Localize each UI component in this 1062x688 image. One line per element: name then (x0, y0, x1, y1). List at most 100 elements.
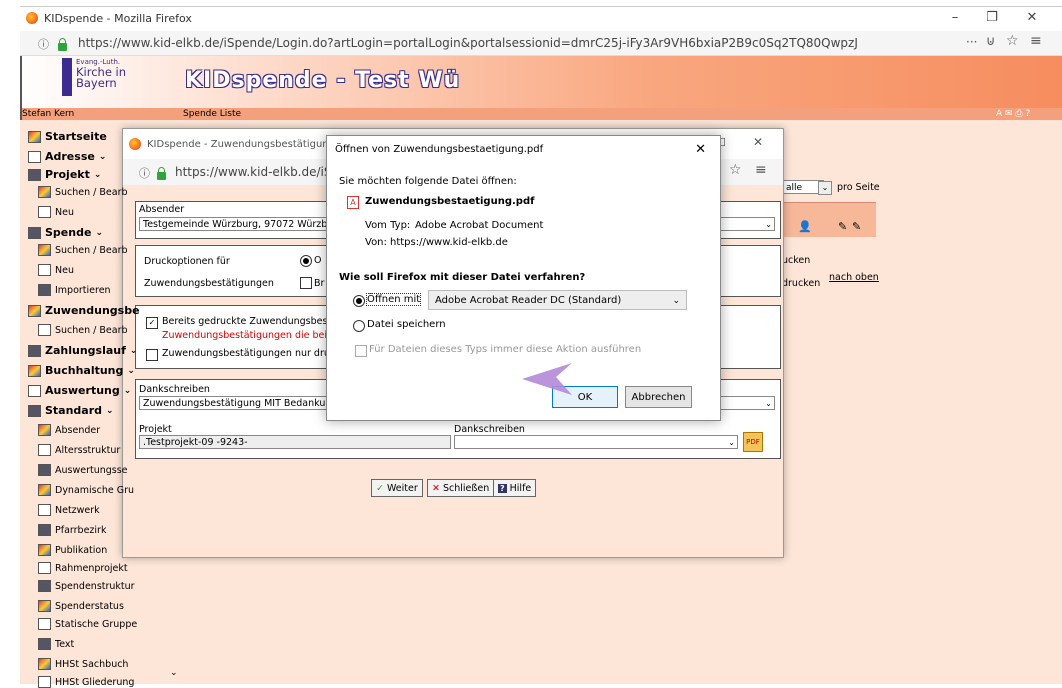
proj-icon (28, 168, 41, 181)
sidebar-item[interactable]: Rahmenprojekt (38, 562, 128, 574)
chevron-down-icon[interactable]: ⌄ (94, 170, 102, 180)
chevron-down-icon[interactable]: ⌄ (127, 366, 135, 376)
page-label: Spende Liste (183, 109, 242, 119)
sidebar-item-label: Pfarrbezirk (55, 524, 107, 536)
address-bar[interactable]: ⓘ https://www.kid-elkb.de/iSpende/Login.… (20, 31, 1062, 56)
addr-icon (28, 150, 41, 163)
scroll-down-icon[interactable]: ⌄ (170, 668, 178, 678)
info-icon[interactable]: ⓘ (38, 36, 49, 52)
edit-icon[interactable]: ✎ (838, 220, 847, 233)
sidebar-item[interactable]: Statische Gruppe (38, 618, 137, 630)
sidebar-item-label: Projekt (45, 168, 90, 181)
weiter-label: Weiter (386, 482, 418, 494)
sidebar-item[interactable]: Adresse ⌄ (28, 150, 106, 163)
gedruckte-label: Bereits gedruckte Zuwendungsbestätig (162, 316, 350, 327)
pfarr-icon (38, 524, 51, 536)
sidebar-item[interactable]: Startseite (28, 130, 107, 143)
sidebar-item[interactable]: Zuwendungsbe (28, 304, 140, 317)
restore-icon[interactable]: ❐ (982, 10, 1002, 25)
sidebar-item[interactable]: Spenderstatus (38, 600, 124, 612)
sidebar-item[interactable]: Altersstruktur (38, 444, 120, 456)
sidebar-item[interactable]: Pfarrbezirk (38, 524, 106, 536)
bookmark-star-icon[interactable]: ☆ (1006, 33, 1019, 49)
edit2-icon[interactable]: ✎ (852, 220, 861, 233)
person-icon[interactable]: 👤 (798, 220, 812, 233)
check-icon: ✓ (376, 482, 384, 494)
chevron-down-icon[interactable]: ⌄ (728, 436, 735, 450)
pdf-icon[interactable]: PDF (743, 432, 763, 452)
cancel-button[interactable]: Abbrechen (625, 386, 692, 408)
gedruckte-checkbox[interactable]: ✓ (146, 316, 158, 329)
sidebar-item[interactable]: Buchhaltung ⌄ (28, 364, 135, 377)
sidebar-item[interactable]: Auswertungsse (38, 464, 128, 476)
ausw-icon (28, 384, 41, 397)
close-icon[interactable]: ✕ (1022, 10, 1042, 25)
sidebar-item[interactable]: Suchen / Bearb (38, 324, 128, 336)
sidebar-item[interactable]: HHSt Gliederung (38, 676, 134, 688)
sidebar-item[interactable]: Suchen / Bearb (38, 244, 128, 256)
sidebar-item[interactable]: HHSt Sachbuch (38, 658, 128, 670)
sidebar-item[interactable]: Auswertung ⌄ (28, 384, 131, 397)
hilfe-button[interactable]: ? Hilfe (493, 479, 537, 497)
weiter-button[interactable]: ✓ Weiter (371, 479, 423, 497)
firefox-logo-icon (129, 138, 141, 150)
sidebar-item[interactable]: Spendenstruktur (38, 580, 135, 592)
dankschreiben2-select[interactable]: ⌄ (454, 435, 738, 449)
chevron-down-icon[interactable]: ⌄ (818, 181, 832, 195)
save-file-label[interactable]: Datei speichern (367, 319, 446, 330)
zuwendungsbest-checkbox[interactable] (300, 276, 312, 289)
chevron-down-icon[interactable]: ⌄ (124, 386, 132, 396)
always-checkbox[interactable] (355, 344, 367, 357)
pocket-icon[interactable]: ⊍ (986, 34, 996, 49)
sidebar-item[interactable]: Standard ⌄ (28, 404, 114, 417)
sidebar-item[interactable]: Publikation (38, 544, 107, 556)
close-icon[interactable]: ✕ (753, 135, 763, 149)
sidebar-item[interactable]: Suchen / Bearb (38, 186, 128, 198)
sidebar-item[interactable]: Neu (38, 264, 74, 276)
chevron-down-icon[interactable]: ⌄ (106, 406, 114, 416)
sidebar-item-label: Standard (45, 404, 103, 417)
chevron-down-icon[interactable]: ⌄ (95, 228, 103, 238)
sidebar-item[interactable]: Spende ⌄ (28, 226, 103, 239)
sidebar-item[interactable]: Text (38, 638, 74, 650)
chevron-down-icon[interactable]: ⌄ (99, 152, 107, 162)
minimize-icon[interactable]: – (945, 10, 965, 25)
projekt-field[interactable]: .Testprojekt-09 -9243- (139, 435, 451, 449)
sidebar-item[interactable]: Projekt ⌄ (28, 168, 101, 181)
zuwendungsbest-label: Zuwendungsbestätigungen (144, 278, 274, 289)
more-icon[interactable]: ··· (966, 35, 977, 49)
nach-oben-link[interactable]: nach oben (829, 272, 879, 283)
bookmark-star-icon[interactable]: ☆ (729, 162, 742, 178)
sach-icon (38, 658, 51, 670)
open-with-radio[interactable] (353, 294, 365, 307)
nur-drucken-label: Zuwendungsbestätigungen nur drucke (162, 348, 347, 359)
url-text[interactable]: https://www.kid-elkb.de/iSpende/Login.do… (78, 36, 858, 50)
sidebar-item-label: Buchhaltung (45, 364, 124, 377)
chevron-down-icon[interactable]: ⌄ (672, 291, 680, 311)
save-file-radio[interactable] (353, 319, 365, 332)
open-with-label[interactable]: Öffnen mit (365, 293, 422, 306)
sidebar-item[interactable]: Neu (38, 206, 74, 218)
header-tool-icons[interactable]: A ✉ ⎙ ? (996, 109, 1030, 119)
nur-drucken-checkbox[interactable] (146, 348, 158, 361)
sidebar-item[interactable]: Importieren (38, 284, 111, 296)
doc-icon (38, 264, 51, 276)
druckoptionen-radio[interactable] (300, 254, 312, 267)
close-icon[interactable]: ✕ (695, 142, 706, 157)
sidebar-item[interactable]: Zahlungslauf ⌄ (28, 344, 137, 357)
sidebar-item[interactable]: Dynamische Gru (38, 484, 134, 496)
info-icon[interactable]: ⓘ (139, 165, 150, 181)
schliessen-button[interactable]: ✕ Schließen (427, 479, 495, 497)
menu-icon[interactable]: ≡ (1030, 33, 1042, 49)
sidebar-item-label: Dynamische Gru (55, 484, 135, 496)
window-title: KIDspende - Mozilla Firefox (44, 12, 192, 25)
chevron-down-icon[interactable]: ⌄ (765, 397, 772, 411)
sidebar-item[interactable]: Netzwerk (38, 504, 100, 516)
open-with-select[interactable]: Adobe Acrobat Reader DC (Standard) ⌄ (428, 290, 687, 310)
sidebar-item[interactable]: Absender (38, 424, 100, 436)
always-label[interactable]: Für Dateien dieses Typs immer diese Akti… (369, 344, 641, 355)
chevron-down-icon[interactable]: ⌄ (765, 218, 772, 232)
chevron-down-icon[interactable]: ⌄ (130, 346, 138, 356)
inner-url-text[interactable]: https://www.kid-elkb.de/iSpe (175, 165, 347, 179)
menu-icon[interactable]: ≡ (755, 162, 767, 178)
